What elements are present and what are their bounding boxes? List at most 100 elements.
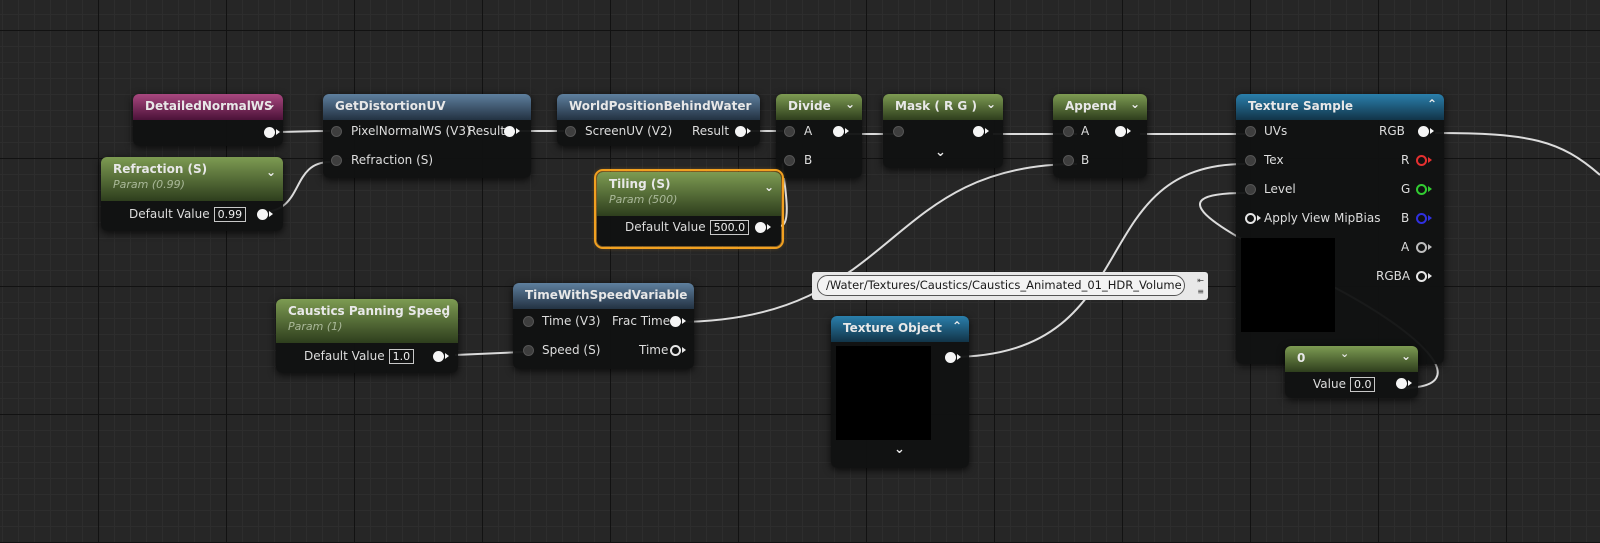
texture-preview xyxy=(836,346,931,440)
input-pin-level[interactable] xyxy=(1245,184,1256,195)
input-pin[interactable] xyxy=(893,126,904,137)
node-divide[interactable]: Divide ⌄ A B xyxy=(776,94,862,178)
output-label: R xyxy=(1401,153,1410,167)
chevron-down-icon[interactable]: ⌄ xyxy=(935,145,946,160)
texture-path-field[interactable]: /Water/Textures/Caustics/Caustics_Animat… xyxy=(817,275,1185,296)
input-pin-tex[interactable] xyxy=(1245,155,1256,166)
output-pin[interactable] xyxy=(1396,378,1412,389)
chevron-down-icon[interactable]: ⌄ xyxy=(986,97,996,111)
node-texture-object[interactable]: Texture Object ⌃ ⌄ xyxy=(831,316,969,468)
output-pin[interactable] xyxy=(1115,126,1131,137)
node-title: 0 xyxy=(1297,351,1306,365)
node-detailed-normal[interactable]: DetailedNormalWS ⌄ xyxy=(133,94,283,146)
input-label: B xyxy=(1081,153,1090,167)
input-pin-pixel-normal[interactable] xyxy=(331,126,342,137)
node-header[interactable]: Texture Sample ⌃ xyxy=(1236,94,1444,120)
node-header[interactable]: Divide ⌄ xyxy=(776,94,862,120)
input-pin-b[interactable] xyxy=(784,155,795,166)
input-pin-b[interactable] xyxy=(1063,155,1074,166)
output-pin-time[interactable] xyxy=(670,345,686,356)
default-value-label: Default Value xyxy=(304,349,385,363)
default-value-label: Default Value xyxy=(625,220,706,234)
output-label: RGBA xyxy=(1376,269,1411,283)
wire-rgb-out xyxy=(1434,132,1600,176)
wire-textureobject-to-tex xyxy=(949,163,1246,358)
input-pin-a[interactable] xyxy=(784,126,795,137)
chevron-down-icon[interactable]: ⌄ xyxy=(441,307,451,321)
texture-preview xyxy=(1241,238,1335,332)
output-pin-result[interactable] xyxy=(504,126,520,137)
node-time-with-speed-variable[interactable]: TimeWithSpeedVariable Time (V3) Frac Tim… xyxy=(513,283,694,369)
chevron-down-icon[interactable]: ⌄ xyxy=(894,442,905,457)
node-header[interactable]: Caustics Panning Speed Param (1) ⌄ xyxy=(276,299,458,343)
input-pin-a[interactable] xyxy=(1063,126,1074,137)
output-pin-b[interactable] xyxy=(1416,213,1432,224)
output-pin-a[interactable] xyxy=(1416,242,1432,253)
output-pin-g[interactable] xyxy=(1416,184,1432,195)
input-pin-uvs[interactable] xyxy=(1245,126,1256,137)
node-header[interactable]: Tiling (S) Param (500) ⌄ xyxy=(597,172,781,216)
node-header[interactable]: Refraction (S) Param (0.99) ⌄ xyxy=(101,157,283,201)
node-title: Tiling (S) xyxy=(609,177,671,191)
chevron-down-icon[interactable]: ⌄ xyxy=(266,97,276,111)
output-pin[interactable] xyxy=(973,126,989,137)
node-tiling-param[interactable]: Tiling (S) Param (500) ⌄ Default Value 500.… xyxy=(594,169,784,249)
texture-path-tooltip: /Water/Textures/Caustics/Caustics_Animat… xyxy=(812,272,1208,300)
input-pin-apply-mipbias[interactable] xyxy=(1245,213,1261,224)
output-pin[interactable] xyxy=(755,222,771,233)
node-title: Mask ( R G ) xyxy=(895,99,977,113)
output-pin-rgb[interactable] xyxy=(1418,126,1434,137)
node-header[interactable]: DetailedNormalWS ⌄ xyxy=(133,94,283,120)
chevron-down-icon[interactable]: ⌄ xyxy=(266,165,276,179)
browse-icon[interactable]: ≡ xyxy=(1197,287,1204,296)
output-pin[interactable] xyxy=(257,209,273,220)
output-pin-result[interactable] xyxy=(735,126,751,137)
node-header[interactable]: WorldPositionBehindWater xyxy=(557,94,760,120)
node-header[interactable]: TimeWithSpeedVariable xyxy=(513,283,694,309)
node-header[interactable]: Texture Object ⌃ xyxy=(831,316,969,342)
chevron-down-icon[interactable]: ⌄ xyxy=(845,97,855,111)
node-caustics-panning-speed[interactable]: Caustics Panning Speed Param (1) ⌄ Default… xyxy=(276,299,458,373)
node-mask[interactable]: Mask ( R G ) ⌄ ⌄ xyxy=(883,94,1003,168)
node-header[interactable]: Append ⌄ xyxy=(1053,94,1147,120)
output-pin[interactable] xyxy=(264,127,280,138)
node-title: Refraction (S) xyxy=(113,162,208,176)
arrow-left-icon[interactable]: ⇤ xyxy=(1197,276,1204,285)
chevron-down-icon[interactable]: ⌄ xyxy=(1130,97,1140,111)
node-texture-sample[interactable]: Texture Sample ⌃ UVs RGB Tex R Level G Ap… xyxy=(1236,94,1444,364)
chevron-down-icon[interactable]: ⌄ xyxy=(1340,347,1349,360)
input-label: A xyxy=(1081,124,1090,138)
node-header[interactable]: 0 ⌄ ⌄ xyxy=(1285,346,1418,372)
node-append[interactable]: Append ⌄ A B xyxy=(1053,94,1147,178)
node-subtitle: Param (500) xyxy=(609,193,678,206)
output-label: Frac Time xyxy=(612,314,671,328)
output-pin-r[interactable] xyxy=(1416,155,1432,166)
output-pin[interactable] xyxy=(433,351,449,362)
output-pin[interactable] xyxy=(833,126,849,137)
input-pin-screenuv[interactable] xyxy=(565,126,576,137)
default-value-field[interactable]: 500.0 xyxy=(709,220,750,235)
node-refraction-param[interactable]: Refraction (S) Param (0.99) ⌄ Default Valu… xyxy=(101,157,283,231)
chevron-up-icon[interactable]: ⌃ xyxy=(952,319,962,333)
input-pin-time[interactable] xyxy=(523,316,534,327)
input-label: Speed (S) xyxy=(542,343,601,357)
node-constant[interactable]: 0 ⌄ ⌄ Value 0.0 xyxy=(1285,346,1418,398)
chevron-up-icon[interactable]: ⌃ xyxy=(1427,97,1437,111)
node-header[interactable]: Mask ( R G ) ⌄ xyxy=(883,94,1003,120)
input-pin-refraction[interactable] xyxy=(331,155,342,166)
input-label: ScreenUV (V2) xyxy=(585,124,673,138)
output-pin[interactable] xyxy=(945,352,961,363)
node-world-position-behind-water[interactable]: WorldPositionBehindWater ScreenUV (V2) R… xyxy=(557,94,760,146)
value-field[interactable]: 0.0 xyxy=(1349,377,1376,392)
input-label: B xyxy=(804,153,813,167)
output-pin-frac-time[interactable] xyxy=(670,316,686,327)
input-pin-speed[interactable] xyxy=(523,345,534,356)
output-pin-rgba[interactable] xyxy=(1416,271,1432,282)
node-title: Divide xyxy=(788,99,831,113)
default-value-field[interactable]: 0.99 xyxy=(213,207,247,222)
node-get-distortion-uv[interactable]: GetDistortionUV PixelNormalWS (V3) Resul… xyxy=(323,94,531,178)
node-header[interactable]: GetDistortionUV xyxy=(323,94,531,120)
default-value-field[interactable]: 1.0 xyxy=(388,349,415,364)
chevron-down-icon[interactable]: ⌄ xyxy=(1401,349,1411,363)
chevron-down-icon[interactable]: ⌄ xyxy=(764,180,774,194)
